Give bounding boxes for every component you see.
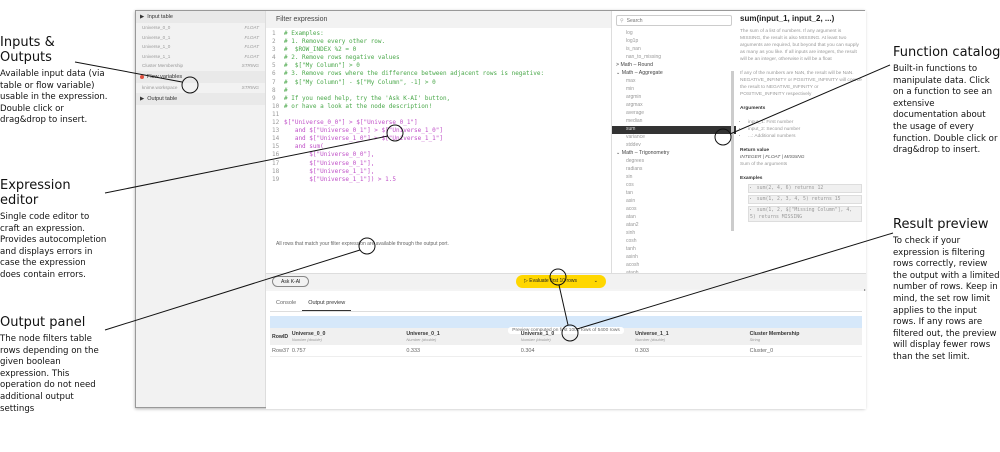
callout-circle (358, 237, 376, 255)
callout-circle (561, 324, 579, 342)
callout-circle (181, 76, 199, 94)
callout-line (74, 61, 183, 83)
callout-line (558, 284, 569, 326)
callout-circle (386, 124, 404, 142)
callout-line (104, 249, 361, 331)
callout-line (576, 232, 894, 330)
callout-line (104, 135, 389, 194)
callout-circle (549, 268, 567, 286)
annotation-callouts (74, 61, 894, 342)
callout-circle (714, 128, 732, 146)
callout-line (729, 64, 891, 135)
